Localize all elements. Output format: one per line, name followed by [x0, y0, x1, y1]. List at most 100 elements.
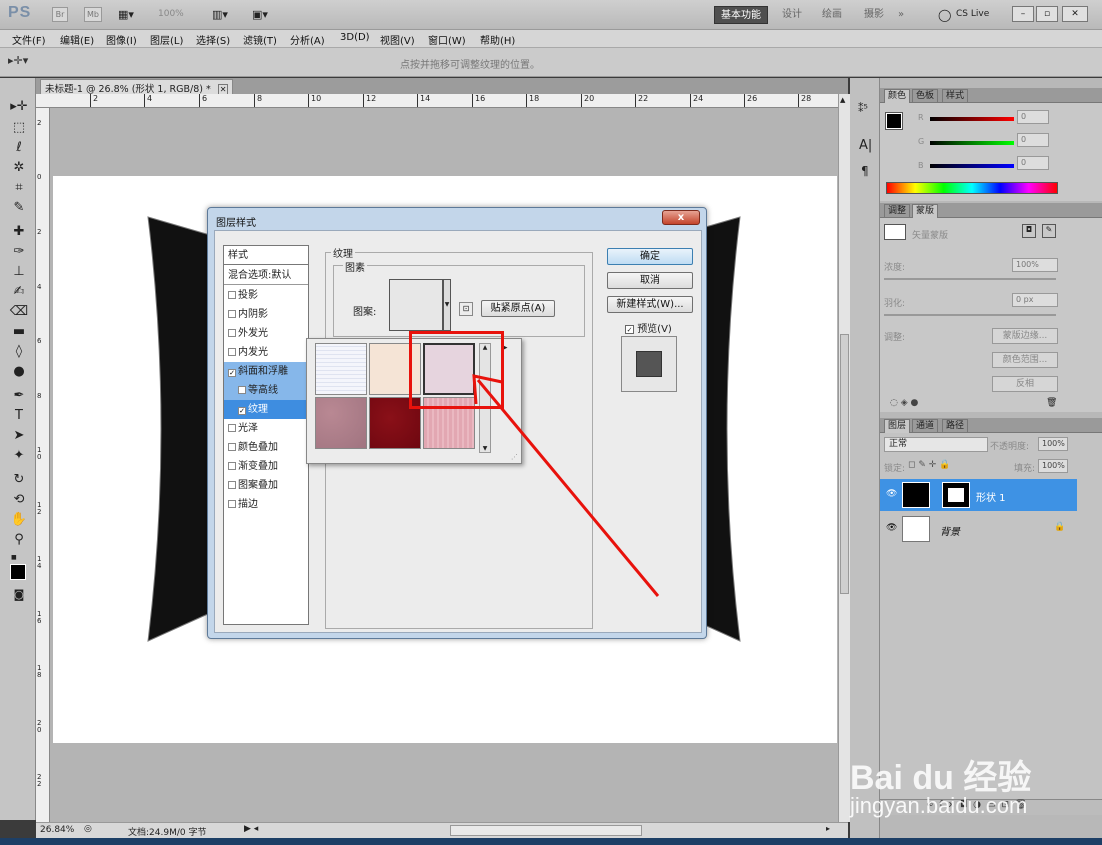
move-tool-icon[interactable]: ▸✛	[9, 98, 29, 116]
menu-image[interactable]: 图像(I)	[106, 32, 137, 47]
menu-help[interactable]: 帮助(H)	[480, 32, 515, 47]
density-value[interactable]: 100%	[1012, 258, 1058, 272]
style-item[interactable]: 等高线	[224, 381, 308, 400]
bridge-button[interactable]: Br	[52, 7, 68, 22]
screen-mode-icon[interactable]: ▣▾	[252, 8, 268, 21]
tab-layers[interactable]: 图层	[884, 419, 911, 433]
mini-bridge-button[interactable]: Mb	[84, 7, 102, 22]
pattern-preview[interactable]	[389, 279, 443, 331]
hand-tool-icon[interactable]: ✋	[9, 511, 29, 529]
checkbox-icon[interactable]	[228, 500, 236, 508]
eraser-tool-icon[interactable]: ⌫	[9, 303, 29, 321]
stamp-tool-icon[interactable]: ⊥	[9, 263, 29, 281]
scroll-right-icon[interactable]: ▸	[826, 824, 830, 833]
visibility-eye-icon[interactable]: 👁	[886, 489, 897, 499]
red-slider[interactable]	[930, 117, 1014, 121]
styles-header[interactable]: 样式	[224, 246, 308, 265]
tab-channels[interactable]: 通道	[912, 419, 939, 433]
healing-brush-icon[interactable]: ✚	[9, 223, 29, 241]
menu-view[interactable]: 视图(V)	[380, 32, 415, 47]
cs-live-menu[interactable]: CS Live	[956, 9, 989, 19]
checkbox-icon[interactable]	[228, 462, 236, 470]
character-panel-icon[interactable]: A|	[859, 138, 872, 153]
menu-3d[interactable]: 3D(D)	[340, 32, 370, 43]
red-value[interactable]: 0	[1017, 110, 1049, 124]
checkbox-checked-icon[interactable]: ✓	[238, 407, 246, 415]
density-slider[interactable]	[884, 278, 1056, 280]
shape-tool-icon[interactable]: ✦	[9, 447, 29, 465]
blend-mode-select[interactable]: 正常	[884, 437, 988, 452]
3d-orbit-icon[interactable]: ⟲	[9, 491, 29, 509]
eyedropper-tool-icon[interactable]: ✎	[9, 199, 29, 217]
tab-color[interactable]: 颜色	[884, 89, 911, 103]
vector-mask-button-icon[interactable]: ✎	[1042, 224, 1056, 238]
default-colors-icon[interactable]: ■	[11, 554, 18, 561]
dodge-tool-icon[interactable]: ●	[9, 363, 29, 381]
workspace-more[interactable]: »	[892, 6, 910, 24]
color-spectrum-bar[interactable]	[886, 182, 1058, 194]
zoom-tool-icon[interactable]: ⚲	[9, 531, 29, 549]
tab-paths[interactable]: 路径	[942, 419, 969, 433]
quick-mask-icon[interactable]: ◙	[9, 586, 29, 604]
pen-tool-icon[interactable]: ✒	[9, 387, 29, 405]
style-item[interactable]: 内发光	[224, 343, 308, 362]
style-item[interactable]: 描边	[224, 495, 308, 514]
blue-value[interactable]: 0	[1017, 156, 1049, 170]
blur-tool-icon[interactable]: ◊	[9, 343, 29, 361]
tool-preset-icon[interactable]: ▸✛▾	[8, 54, 28, 67]
menu-analysis[interactable]: 分析(A)	[290, 32, 325, 47]
preview-check-icon[interactable]: ✓	[625, 325, 634, 334]
pattern-swatch-1[interactable]	[315, 343, 367, 395]
new-style-button[interactable]: 新建样式(W)...	[607, 296, 693, 313]
green-slider[interactable]	[930, 141, 1014, 145]
feather-value[interactable]: 0 px	[1012, 293, 1058, 307]
layer-row-shape1[interactable]: 👁 形状 1	[880, 479, 1077, 511]
zoom-readout[interactable]: 26.84%	[40, 825, 74, 835]
color-range-button[interactable]: 颜色范围...	[992, 352, 1058, 368]
style-item[interactable]: 渐变叠加	[224, 457, 308, 476]
style-item[interactable]: ✓ 纹理	[224, 400, 308, 419]
minimize-button[interactable]: –	[1012, 6, 1034, 22]
tab-swatches[interactable]: 色板	[912, 89, 939, 103]
menu-filter[interactable]: 滤镜(T)	[243, 32, 277, 47]
vertical-scrollbar[interactable]: ▲	[838, 94, 850, 822]
vertical-scroll-thumb[interactable]	[840, 334, 849, 594]
fill-value[interactable]: 100%	[1038, 459, 1068, 473]
pixel-mask-icon[interactable]: ◘	[1022, 224, 1036, 238]
zoom-level-dropdown[interactable]: 100%	[158, 9, 184, 19]
history-panel-icon[interactable]: ⁑⁵	[858, 102, 868, 115]
checkbox-icon[interactable]	[228, 291, 236, 299]
mask-panel-footer-icons[interactable]: ◌ ◈ ●	[890, 398, 918, 408]
status-menu-arrow-icon[interactable]: ▶ ◂	[244, 824, 258, 834]
checkbox-icon[interactable]	[228, 424, 236, 432]
ok-button[interactable]: 确定	[607, 248, 693, 265]
style-item[interactable]: 投影	[224, 286, 308, 305]
new-preset-icon[interactable]: ⊡	[459, 302, 473, 316]
layer-name[interactable]: 形状 1	[976, 489, 1006, 504]
scroll-up-icon[interactable]: ▲	[840, 96, 845, 104]
blending-options-item[interactable]: 混合选项:默认	[224, 266, 308, 285]
checkbox-icon[interactable]	[228, 481, 236, 489]
checkbox-checked-icon[interactable]: ✓	[228, 369, 236, 377]
workspace-essentials[interactable]: 基本功能	[714, 6, 768, 24]
menu-window[interactable]: 窗口(W)	[428, 32, 466, 47]
checkbox-icon[interactable]	[228, 443, 236, 451]
menu-edit[interactable]: 编辑(E)	[60, 32, 94, 47]
style-item[interactable]: 图案叠加	[224, 476, 308, 495]
menu-file[interactable]: 文件(F)	[12, 32, 46, 47]
close-app-button[interactable]: ✕	[1062, 6, 1088, 22]
preview-checkbox[interactable]: ✓ 预览(V)	[625, 320, 672, 335]
arrange-documents-icon[interactable]: ▥▾	[212, 8, 228, 21]
style-item[interactable]: 外发光	[224, 324, 308, 343]
tab-adjustments[interactable]: 调整	[884, 204, 911, 218]
invert-button[interactable]: 反相	[992, 376, 1058, 392]
visibility-eye-icon[interactable]: 👁	[886, 523, 897, 533]
workspace-painting[interactable]: 绘画	[816, 6, 848, 24]
marquee-tool-icon[interactable]: ⬚	[9, 119, 29, 137]
feather-slider[interactable]	[884, 314, 1056, 316]
lock-icons[interactable]: ◻ ✎ ✛ 🔒	[908, 460, 950, 470]
style-item[interactable]: 颜色叠加	[224, 438, 308, 457]
brush-tool-icon[interactable]: ✑	[9, 243, 29, 261]
style-item[interactable]: 光泽	[224, 419, 308, 438]
horizontal-scroll-thumb[interactable]	[450, 825, 642, 836]
